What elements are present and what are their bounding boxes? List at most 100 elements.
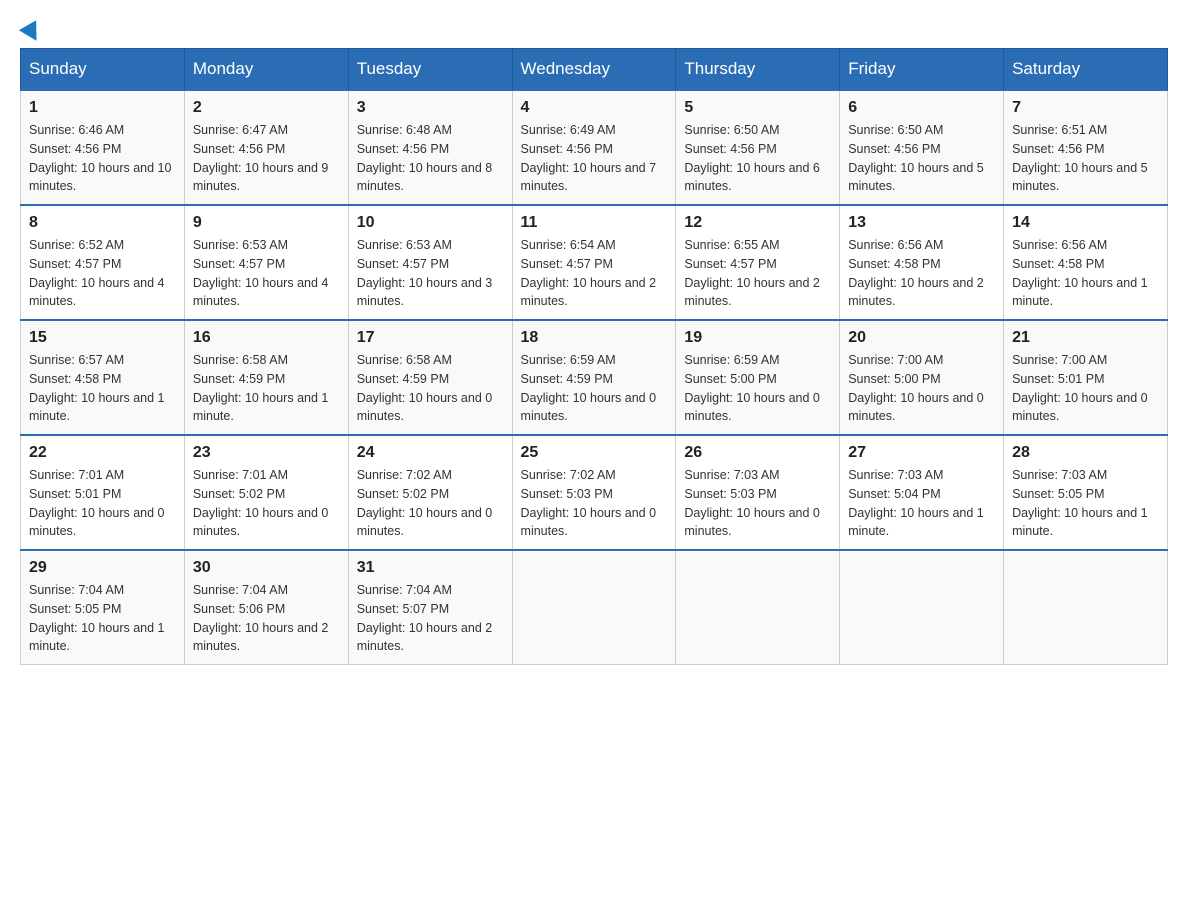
day-info: Sunrise: 6:51 AMSunset: 4:56 PMDaylight:… (1012, 121, 1159, 196)
day-number: 22 (29, 444, 176, 462)
day-number: 25 (521, 444, 668, 462)
day-number: 14 (1012, 214, 1159, 232)
calendar-cell: 5 Sunrise: 6:50 AMSunset: 4:56 PMDaylight… (676, 90, 840, 205)
day-info: Sunrise: 6:55 AMSunset: 4:57 PMDaylight:… (684, 236, 831, 311)
day-number: 16 (193, 329, 340, 347)
calendar-cell: 27Sunrise: 7:03 AMSunset: 5:04 PMDayligh… (840, 435, 1004, 550)
calendar-cell: 1 Sunrise: 6:46 AMSunset: 4:56 PMDaylight… (21, 90, 185, 205)
day-info: Sunrise: 6:47 AMSunset: 4:56 PMDaylight:… (193, 121, 340, 196)
day-info: Sunrise: 6:50 AMSunset: 4:56 PMDaylight:… (684, 121, 831, 196)
page-header (20, 20, 1168, 38)
calendar-cell: 12 Sunrise: 6:55 AMSunset: 4:57 PMDayligh… (676, 205, 840, 320)
calendar-cell: 26 Sunrise: 7:03 AMSunset: 5:03 PMDayligh… (676, 435, 840, 550)
calendar-cell: 16 Sunrise: 6:58 AMSunset: 4:59 PMDayligh… (184, 320, 348, 435)
day-number: 28 (1012, 444, 1159, 462)
calendar-week-row: 22 Sunrise: 7:01 AMSunset: 5:01 PMDayligh… (21, 435, 1168, 550)
calendar-cell (512, 550, 676, 665)
day-info: Sunrise: 7:03 AMSunset: 5:04 PMDaylight:… (848, 466, 995, 541)
calendar-week-row: 8Sunrise: 6:52 AMSunset: 4:57 PMDaylight… (21, 205, 1168, 320)
day-info: Sunrise: 7:04 AMSunset: 5:06 PMDaylight:… (193, 581, 340, 656)
calendar-cell: 15Sunrise: 6:57 AMSunset: 4:58 PMDayligh… (21, 320, 185, 435)
calendar-week-row: 1 Sunrise: 6:46 AMSunset: 4:56 PMDaylight… (21, 90, 1168, 205)
calendar-cell: 2 Sunrise: 6:47 AMSunset: 4:56 PMDaylight… (184, 90, 348, 205)
day-info: Sunrise: 7:02 AMSunset: 5:02 PMDaylight:… (357, 466, 504, 541)
calendar-cell: 6 Sunrise: 6:50 AMSunset: 4:56 PMDaylight… (840, 90, 1004, 205)
calendar-cell (676, 550, 840, 665)
day-number: 31 (357, 559, 504, 577)
day-info: Sunrise: 6:49 AMSunset: 4:56 PMDaylight:… (521, 121, 668, 196)
day-info: Sunrise: 7:01 AMSunset: 5:01 PMDaylight:… (29, 466, 176, 541)
day-info: Sunrise: 6:59 AMSunset: 4:59 PMDaylight:… (521, 351, 668, 426)
calendar-cell: 4 Sunrise: 6:49 AMSunset: 4:56 PMDaylight… (512, 90, 676, 205)
day-info: Sunrise: 6:53 AMSunset: 4:57 PMDaylight:… (193, 236, 340, 311)
calendar-header-monday: Monday (184, 49, 348, 91)
day-number: 10 (357, 214, 504, 232)
calendar-cell: 23 Sunrise: 7:01 AMSunset: 5:02 PMDayligh… (184, 435, 348, 550)
day-number: 20 (848, 329, 995, 347)
day-number: 6 (848, 99, 995, 117)
day-number: 29 (29, 559, 176, 577)
day-info: Sunrise: 7:02 AMSunset: 5:03 PMDaylight:… (521, 466, 668, 541)
calendar-header-tuesday: Tuesday (348, 49, 512, 91)
day-number: 12 (684, 214, 831, 232)
logo-triangle-icon (19, 20, 45, 46)
day-info: Sunrise: 7:00 AMSunset: 5:01 PMDaylight:… (1012, 351, 1159, 426)
calendar-cell: 8Sunrise: 6:52 AMSunset: 4:57 PMDaylight… (21, 205, 185, 320)
day-number: 13 (848, 214, 995, 232)
day-info: Sunrise: 6:58 AMSunset: 4:59 PMDaylight:… (193, 351, 340, 426)
calendar-table: SundayMondayTuesdayWednesdayThursdayFrid… (20, 48, 1168, 665)
calendar-header-saturday: Saturday (1004, 49, 1168, 91)
day-info: Sunrise: 6:48 AMSunset: 4:56 PMDaylight:… (357, 121, 504, 196)
calendar-cell: 31 Sunrise: 7:04 AMSunset: 5:07 PMDayligh… (348, 550, 512, 665)
day-number: 5 (684, 99, 831, 117)
calendar-header-friday: Friday (840, 49, 1004, 91)
calendar-cell: 10Sunrise: 6:53 AMSunset: 4:57 PMDayligh… (348, 205, 512, 320)
day-info: Sunrise: 6:58 AMSunset: 4:59 PMDaylight:… (357, 351, 504, 426)
day-number: 7 (1012, 99, 1159, 117)
calendar-cell: 19 Sunrise: 6:59 AMSunset: 5:00 PMDayligh… (676, 320, 840, 435)
calendar-cell: 21 Sunrise: 7:00 AMSunset: 5:01 PMDayligh… (1004, 320, 1168, 435)
calendar-cell: 30 Sunrise: 7:04 AMSunset: 5:06 PMDayligh… (184, 550, 348, 665)
calendar-cell: 22 Sunrise: 7:01 AMSunset: 5:01 PMDayligh… (21, 435, 185, 550)
calendar-cell (1004, 550, 1168, 665)
calendar-week-row: 15Sunrise: 6:57 AMSunset: 4:58 PMDayligh… (21, 320, 1168, 435)
day-number: 1 (29, 99, 176, 117)
day-info: Sunrise: 6:46 AMSunset: 4:56 PMDaylight:… (29, 121, 176, 196)
day-number: 21 (1012, 329, 1159, 347)
calendar-header-wednesday: Wednesday (512, 49, 676, 91)
day-number: 17 (357, 329, 504, 347)
day-info: Sunrise: 6:59 AMSunset: 5:00 PMDaylight:… (684, 351, 831, 426)
calendar-cell: 29Sunrise: 7:04 AMSunset: 5:05 PMDayligh… (21, 550, 185, 665)
day-number: 19 (684, 329, 831, 347)
day-number: 11 (521, 214, 668, 232)
day-info: Sunrise: 7:03 AMSunset: 5:03 PMDaylight:… (684, 466, 831, 541)
day-number: 2 (193, 99, 340, 117)
calendar-header-sunday: Sunday (21, 49, 185, 91)
day-info: Sunrise: 7:01 AMSunset: 5:02 PMDaylight:… (193, 466, 340, 541)
calendar-header-row: SundayMondayTuesdayWednesdayThursdayFrid… (21, 49, 1168, 91)
calendar-cell: 13Sunrise: 6:56 AMSunset: 4:58 PMDayligh… (840, 205, 1004, 320)
day-info: Sunrise: 7:00 AMSunset: 5:00 PMDaylight:… (848, 351, 995, 426)
day-number: 15 (29, 329, 176, 347)
calendar-cell: 24Sunrise: 7:02 AMSunset: 5:02 PMDayligh… (348, 435, 512, 550)
calendar-header-thursday: Thursday (676, 49, 840, 91)
day-info: Sunrise: 6:52 AMSunset: 4:57 PMDaylight:… (29, 236, 176, 311)
day-info: Sunrise: 6:50 AMSunset: 4:56 PMDaylight:… (848, 121, 995, 196)
calendar-cell: 18Sunrise: 6:59 AMSunset: 4:59 PMDayligh… (512, 320, 676, 435)
calendar-cell: 28Sunrise: 7:03 AMSunset: 5:05 PMDayligh… (1004, 435, 1168, 550)
day-info: Sunrise: 7:04 AMSunset: 5:07 PMDaylight:… (357, 581, 504, 656)
calendar-week-row: 29Sunrise: 7:04 AMSunset: 5:05 PMDayligh… (21, 550, 1168, 665)
day-number: 23 (193, 444, 340, 462)
calendar-cell: 17 Sunrise: 6:58 AMSunset: 4:59 PMDayligh… (348, 320, 512, 435)
day-number: 3 (357, 99, 504, 117)
calendar-cell (840, 550, 1004, 665)
day-number: 4 (521, 99, 668, 117)
calendar-cell: 3 Sunrise: 6:48 AMSunset: 4:56 PMDaylight… (348, 90, 512, 205)
calendar-cell: 25 Sunrise: 7:02 AMSunset: 5:03 PMDayligh… (512, 435, 676, 550)
day-number: 26 (684, 444, 831, 462)
calendar-cell: 14Sunrise: 6:56 AMSunset: 4:58 PMDayligh… (1004, 205, 1168, 320)
calendar-cell: 7 Sunrise: 6:51 AMSunset: 4:56 PMDaylight… (1004, 90, 1168, 205)
day-info: Sunrise: 6:54 AMSunset: 4:57 PMDaylight:… (521, 236, 668, 311)
day-number: 30 (193, 559, 340, 577)
calendar-cell: 11 Sunrise: 6:54 AMSunset: 4:57 PMDayligh… (512, 205, 676, 320)
